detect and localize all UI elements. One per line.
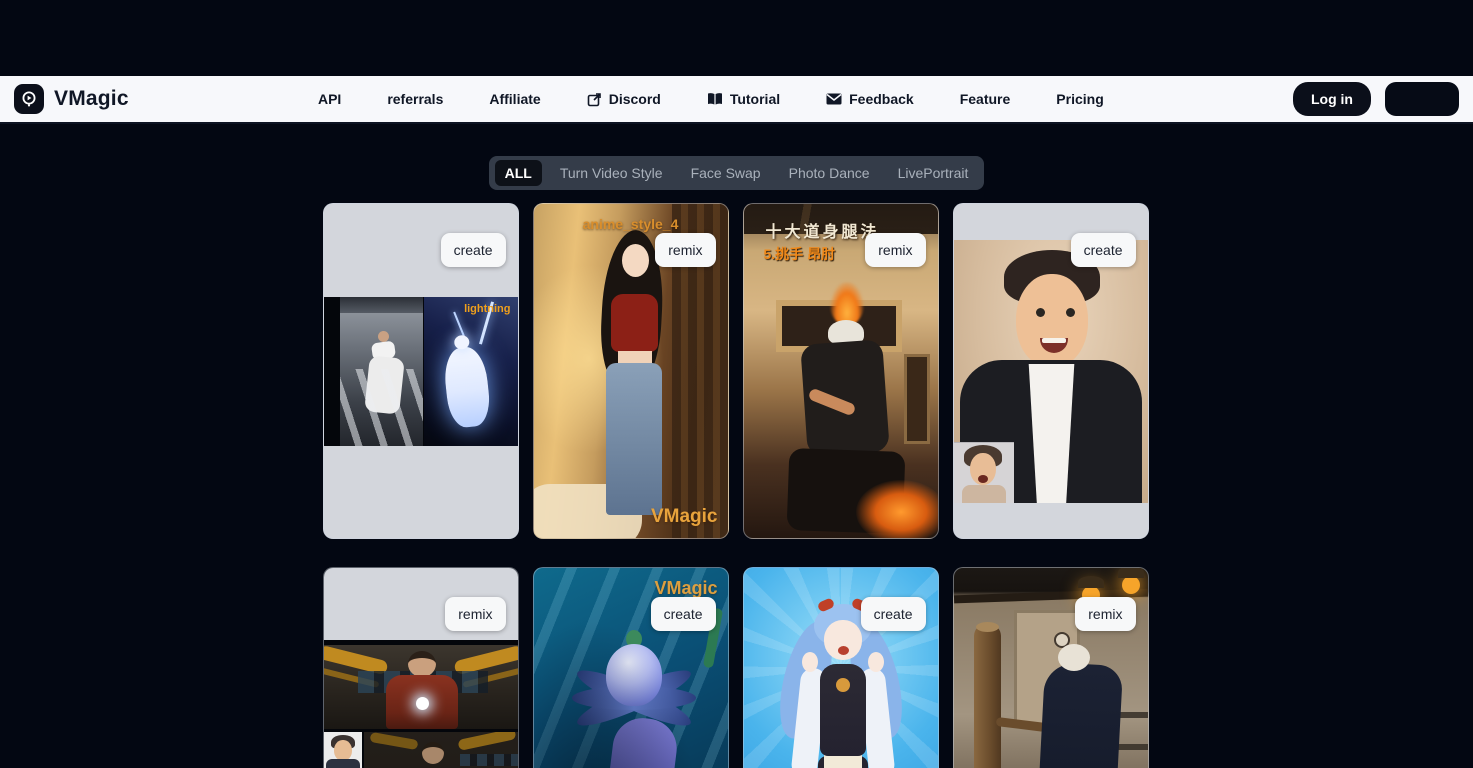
real-dancer-frame [340, 297, 423, 446]
reaction-inset-video [954, 442, 1014, 503]
cartoon-man-eye [1066, 308, 1075, 317]
industrial-ceiling [340, 297, 423, 313]
cartoon-man-eye [1036, 308, 1045, 317]
gallery-card-anime-girl[interactable]: create [743, 567, 939, 768]
nav-item-api[interactable]: API [318, 91, 341, 107]
suited-man [1034, 662, 1122, 768]
remix-button[interactable]: remix [1075, 597, 1135, 631]
faceswap-source-inset [324, 732, 362, 768]
dancer-pants [364, 355, 405, 414]
gallery-grid: lightning create anime_style_4 VMagic re… [323, 203, 1151, 768]
inset-woman-mouth [978, 475, 988, 483]
nav-item-label: Feedback [849, 91, 914, 107]
remix-button[interactable]: remix [655, 233, 715, 267]
actor-head [422, 742, 444, 764]
top-nav: VMagic API referrals Affiliate Discord [0, 76, 1473, 124]
login-button[interactable]: Log in [1293, 82, 1371, 116]
external-link-icon [587, 92, 602, 107]
gallery-card-martial-arts[interactable]: 十大道身腿法 5.挑手 昂肘 remix [743, 203, 939, 539]
anime-lightning-frame: lightning [424, 297, 518, 446]
arc-reactor-glow [416, 697, 429, 710]
video-strip: lightning [324, 297, 518, 446]
vmagic-watermark: VMagic [651, 506, 718, 528]
tab-turn-video-style[interactable]: Turn Video Style [550, 160, 673, 186]
calligraphy-title: 十大道身腿法 [766, 218, 880, 242]
girl-hand [802, 652, 818, 672]
fire-glow [856, 480, 939, 539]
style-label: lightning [464, 303, 510, 315]
gallery-card-underwater-creature[interactable]: VMagic create [533, 567, 729, 768]
book-icon [707, 92, 723, 106]
brand[interactable]: VMagic [14, 84, 129, 114]
tab-photo-dance[interactable]: Photo Dance [779, 160, 880, 186]
envelope-icon [826, 93, 842, 105]
movie-frame-dark [364, 732, 518, 768]
jeans [606, 363, 662, 515]
nav-item-feature[interactable]: Feature [960, 91, 1011, 107]
anime-woman-face [622, 244, 649, 277]
nav-item-label: Feature [960, 91, 1011, 107]
glowing-dancer-figure [441, 345, 491, 429]
nav-item-feedback[interactable]: Feedback [826, 91, 914, 107]
robot-arm [369, 732, 418, 750]
nav-item-tutorial[interactable]: Tutorial [707, 91, 780, 107]
nav-actions: Log in [1293, 82, 1459, 116]
nav-cta-button[interactable] [1385, 82, 1459, 116]
girl-hand [868, 652, 884, 672]
gallery-card-cartoon-portrait[interactable]: create [953, 203, 1149, 539]
nav-item-label: referrals [387, 91, 443, 107]
nav-item-label: API [318, 91, 341, 107]
robot-arm [457, 732, 516, 751]
nav-item-affiliate[interactable]: Affiliate [489, 91, 540, 107]
nav-item-discord[interactable]: Discord [587, 91, 661, 107]
gallery-card-faceswap-movie[interactable]: remix [323, 567, 519, 768]
create-button[interactable]: create [1071, 233, 1136, 267]
remix-button[interactable]: remix [445, 597, 505, 631]
wooden-dummy [974, 624, 1001, 768]
gallery-card-anime-style[interactable]: anime_style_4 VMagic remix [533, 203, 729, 539]
create-button[interactable]: create [861, 597, 926, 631]
wall-scroll [904, 354, 930, 444]
gallery-card-dance-lightning[interactable]: lightning create [323, 203, 519, 539]
vmagic-watermark: VMagic [654, 578, 717, 599]
tab-all[interactable]: ALL [495, 160, 542, 186]
actor-head [408, 651, 436, 677]
create-button[interactable]: create [441, 233, 506, 267]
inset-woman-body [962, 485, 1006, 503]
red-crop-top [611, 294, 658, 352]
inset-man-face [334, 740, 352, 761]
inset-man-blazer [326, 759, 360, 768]
cartoon-man-face [1016, 274, 1088, 368]
movie-frame [324, 645, 518, 729]
nav-item-label: Affiliate [489, 91, 540, 107]
tab-face-swap[interactable]: Face Swap [681, 160, 771, 186]
nav-item-pricing[interactable]: Pricing [1056, 91, 1103, 107]
filter-tabs: ALL Turn Video Style Face Swap Photo Dan… [489, 156, 985, 190]
remix-button[interactable]: remix [865, 233, 925, 267]
brand-name: VMagic [54, 87, 129, 111]
nav-item-label: Tutorial [730, 91, 780, 107]
gallery-card-wooden-dummy[interactable]: remix [953, 567, 1149, 768]
lightning-bolt [453, 312, 465, 337]
technique-subtitle: 5.挑手 昂肘 [764, 244, 836, 264]
white-hair [1058, 644, 1090, 671]
nav-item-label: Discord [609, 91, 661, 107]
gold-bell-ornament [836, 678, 850, 692]
nav-item-label: Pricing [1056, 91, 1103, 107]
workshop-screens [460, 754, 518, 766]
girl-mouth [838, 646, 849, 655]
create-button[interactable]: create [651, 597, 716, 631]
play-circle-icon [14, 84, 44, 114]
nav-links: API referrals Affiliate Discord [145, 91, 1277, 107]
hanging-lamp [1122, 576, 1140, 594]
nav-item-referrals[interactable]: referrals [387, 91, 443, 107]
style-caption: anime_style_4 [534, 216, 728, 232]
main-content: Makes it easier to create amazing videos… [0, 76, 1473, 768]
tab-liveportrait[interactable]: LivePortrait [888, 160, 979, 186]
